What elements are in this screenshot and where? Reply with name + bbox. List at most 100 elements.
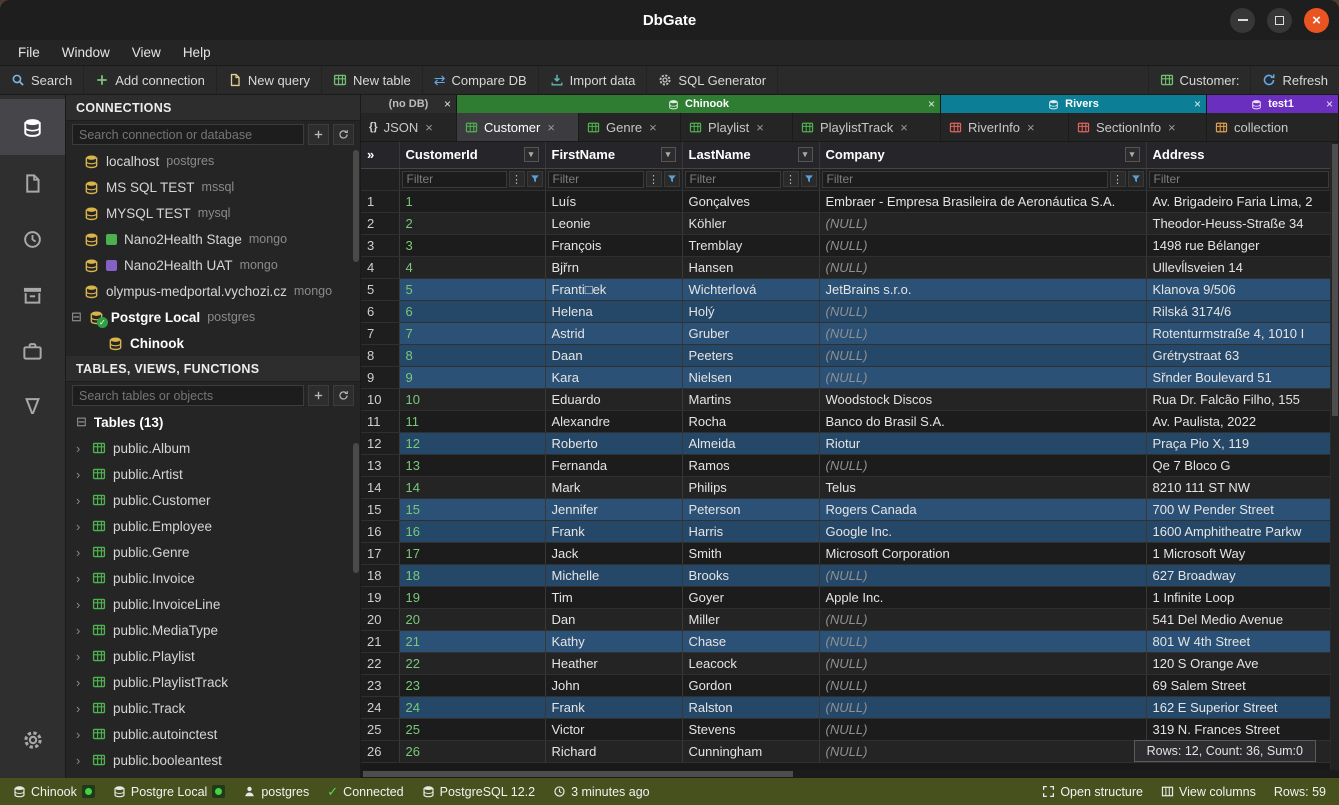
table-row[interactable]: 2525VictorStevens(NULL)319 N. Frances St… (361, 718, 1330, 740)
cell-company[interactable]: (NULL) (819, 674, 1146, 696)
status-3-minutes-ago[interactable]: 3 minutes ago (544, 778, 659, 805)
cell-address[interactable]: Ullevĺlsveien 14 (1146, 256, 1330, 278)
activity-history[interactable] (0, 211, 65, 267)
cell-company[interactable]: JetBrains s.r.o. (819, 278, 1146, 300)
cell-address[interactable]: Av. Brigadeiro Faria Lima, 2 (1146, 190, 1330, 212)
close-icon[interactable]: × (900, 120, 908, 135)
toolbar-search[interactable]: Search (0, 66, 84, 94)
column-header-company[interactable]: Company▾ (819, 142, 1146, 168)
filter-funnel-button[interactable] (1128, 171, 1144, 187)
cell-lastname[interactable]: Wichterlová (682, 278, 819, 300)
filter-input-lastname[interactable] (685, 171, 781, 188)
activity-settings[interactable] (0, 712, 65, 768)
cell-address[interactable]: Klanova 9/506 (1146, 278, 1330, 300)
tab-playlisttrack[interactable]: PlaylistTrack× (793, 113, 941, 141)
table-item-public-customer[interactable]: ›public.Customer (66, 487, 360, 513)
cell-lastname[interactable]: Leacock (682, 652, 819, 674)
cell-company[interactable]: (NULL) (819, 630, 1146, 652)
table-row[interactable]: 1717JackSmithMicrosoft Corporation1 Micr… (361, 542, 1330, 564)
table-row[interactable]: 11LuísGonçalvesEmbraer - Empresa Brasile… (361, 190, 1330, 212)
close-icon[interactable]: × (1326, 97, 1333, 111)
column-menu-button[interactable]: ▾ (798, 147, 813, 162)
cell-customerid[interactable]: 4 (399, 256, 545, 278)
close-icon[interactable]: × (756, 120, 764, 135)
cell-address[interactable]: Praça Pio X, 119 (1146, 432, 1330, 454)
table-item-public-playlist[interactable]: ›public.Playlist (66, 643, 360, 669)
cell-address[interactable]: 162 E Superior Street (1146, 696, 1330, 718)
cell-address[interactable]: 700 W Pender Street (1146, 498, 1330, 520)
cell-customerid[interactable]: 22 (399, 652, 545, 674)
menu-file[interactable]: File (8, 42, 52, 63)
cell-customerid[interactable]: 6 (399, 300, 545, 322)
cell-firstname[interactable]: Tim (545, 586, 682, 608)
status-postgre-local[interactable]: Postgre Local (104, 778, 234, 805)
menu-help[interactable]: Help (173, 42, 223, 63)
cell-customerid[interactable]: 23 (399, 674, 545, 696)
cell-firstname[interactable]: Mark (545, 476, 682, 498)
table-row[interactable]: 33FrançoisTremblay(NULL)1498 rue Bélange… (361, 234, 1330, 256)
menu-view[interactable]: View (122, 42, 173, 63)
cell-address[interactable]: Qe 7 Bloco G (1146, 454, 1330, 476)
table-item-public-genre[interactable]: ›public.Genre (66, 539, 360, 565)
table-row[interactable]: 2121KathyChase(NULL)801 W 4th Street (361, 630, 1330, 652)
cell-lastname[interactable]: Philips (682, 476, 819, 498)
cell-customerid[interactable]: 17 (399, 542, 545, 564)
status-open-structure[interactable]: Open structure (1033, 778, 1152, 805)
cell-lastname[interactable]: Rocha (682, 410, 819, 432)
table-item-public-mediatype[interactable]: ›public.MediaType (66, 617, 360, 643)
cell-customerid[interactable]: 19 (399, 586, 545, 608)
table-row[interactable]: 88DaanPeeters(NULL)Grétrystraat 63 (361, 344, 1330, 366)
table-row[interactable]: 1010EduardoMartinsWoodstock DiscosRua Dr… (361, 388, 1330, 410)
tab-playlist[interactable]: Playlist× (681, 113, 793, 141)
cell-firstname[interactable]: Fernanda (545, 454, 682, 476)
cell-customerid[interactable]: 21 (399, 630, 545, 652)
filter-input-address[interactable] (1149, 171, 1329, 188)
horizontal-scroll-thumb[interactable] (363, 771, 793, 777)
cell-company[interactable]: (NULL) (819, 322, 1146, 344)
cell-customerid[interactable]: 20 (399, 608, 545, 630)
connection-chinook[interactable]: Chinook (66, 330, 360, 356)
cell-address[interactable]: Av. Paulista, 2022 (1146, 410, 1330, 432)
tab-genre[interactable]: Genre× (579, 113, 681, 141)
column-menu-button[interactable]: ▾ (661, 147, 676, 162)
cell-firstname[interactable]: Eduardo (545, 388, 682, 410)
filter-menu-button[interactable]: ⋮ (509, 171, 525, 187)
table-row[interactable]: 2222HeatherLeacock(NULL)120 S Orange Ave (361, 652, 1330, 674)
cell-company[interactable]: Apple Inc. (819, 586, 1146, 608)
toolbar-compare-db[interactable]: ⇄Compare DB (423, 66, 539, 94)
cell-address[interactable]: 801 W 4th Street (1146, 630, 1330, 652)
column-header-lastname[interactable]: LastName▾ (682, 142, 819, 168)
cell-company[interactable]: Woodstock Discos (819, 388, 1146, 410)
collapse-icon[interactable]: ⊟ (76, 414, 87, 430)
cell-company[interactable]: (NULL) (819, 344, 1146, 366)
toolbar-sql-generator[interactable]: SQL Generator (647, 66, 778, 94)
cell-lastname[interactable]: Almeida (682, 432, 819, 454)
toolbar-new-table[interactable]: New table (322, 66, 423, 94)
cell-customerid[interactable]: 3 (399, 234, 545, 256)
cell-customerid[interactable]: 16 (399, 520, 545, 542)
close-icon[interactable]: × (928, 97, 935, 111)
connection-olympus-medportal-vychozi-cz[interactable]: olympus-medportal.vychozi.czmongo (66, 278, 360, 304)
cell-firstname[interactable]: Helena (545, 300, 682, 322)
db-group-tab-no-db[interactable]: (no DB)× (361, 95, 457, 113)
connection-ms-sql-test[interactable]: MS SQL TESTmssql (66, 174, 360, 200)
table-row[interactable]: 2020DanMiller(NULL)541 Del Medio Avenue (361, 608, 1330, 630)
column-header-address[interactable]: Address (1146, 142, 1330, 168)
cell-firstname[interactable]: Jennifer (545, 498, 682, 520)
cell-company[interactable]: Microsoft Corporation (819, 542, 1146, 564)
table-item-public-invoice[interactable]: ›public.Invoice (66, 565, 360, 591)
cell-company[interactable]: (NULL) (819, 234, 1146, 256)
cell-lastname[interactable]: Gruber (682, 322, 819, 344)
table-row[interactable]: 1919TimGoyerApple Inc.1 Infinite Loop (361, 586, 1330, 608)
cell-address[interactable]: Grétrystraat 63 (1146, 344, 1330, 366)
cell-lastname[interactable]: Nielsen (682, 366, 819, 388)
objects-search-input[interactable] (72, 385, 304, 406)
column-menu-button[interactable]: ▾ (1125, 147, 1140, 162)
toolbar-customer[interactable]: Customer: (1148, 66, 1251, 94)
cell-firstname[interactable]: Alexandre (545, 410, 682, 432)
cell-lastname[interactable]: Miller (682, 608, 819, 630)
cell-address[interactable]: 1498 rue Bélanger (1146, 234, 1330, 256)
table-row[interactable]: 2424FrankRalston(NULL)162 E Superior Str… (361, 696, 1330, 718)
table-item-public-employee[interactable]: ›public.Employee (66, 513, 360, 539)
cell-lastname[interactable]: Goyer (682, 586, 819, 608)
